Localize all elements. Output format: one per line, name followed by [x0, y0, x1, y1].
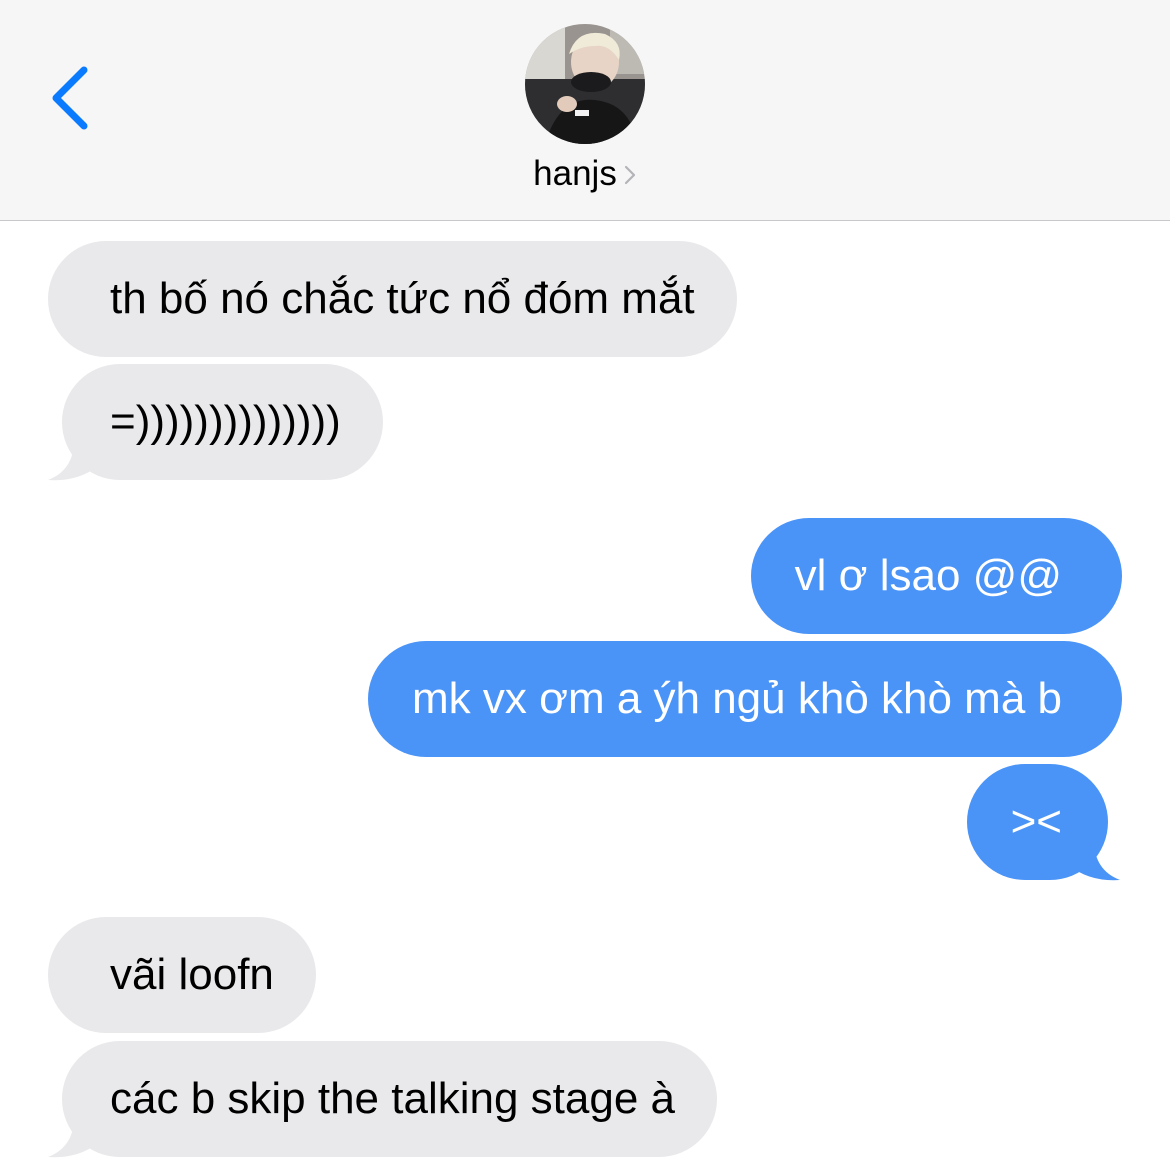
message-text: =)))))))))))))) — [110, 397, 341, 446]
outgoing-message[interactable]: vl ơ lsao @@ — [750, 518, 1122, 634]
incoming-message[interactable]: vãi loofn — [48, 917, 316, 1033]
contact-name-button[interactable]: hanjs — [0, 152, 1170, 198]
back-button[interactable] — [40, 58, 110, 138]
avatar[interactable] — [525, 24, 645, 144]
incoming-bubble-tail — [48, 440, 98, 481]
outgoing-message[interactable]: mk vx ơm a ýh ngủ khò khò mà b — [367, 641, 1122, 757]
message-text: mk vx ơm a ýh ngủ khò khò mà b — [411, 674, 1062, 723]
message-text: các b skip the talking stage à — [110, 1074, 675, 1123]
message-text: vl ơ lsao @@ — [794, 551, 1062, 600]
chevron-left-icon — [52, 66, 88, 130]
chevron-right-icon — [623, 154, 637, 198]
conversation-header: hanjs — [0, 0, 1170, 221]
message-text: >< — [1010, 797, 1062, 846]
incoming-bubble-tail — [48, 1117, 98, 1158]
message-text: vãi loofn — [110, 950, 274, 999]
incoming-message[interactable]: các b skip the talking stage à — [62, 1041, 717, 1157]
contact-name: hanjs — [533, 154, 617, 193]
message-thread: th bố nó chắc tức nổ đóm mắt =))))))))))… — [0, 222, 1170, 1176]
incoming-message[interactable]: =)))))))))))))) — [62, 364, 383, 480]
outgoing-bubble-tail — [1070, 840, 1120, 881]
message-text: th bố nó chắc tức nổ đóm mắt — [110, 274, 695, 323]
incoming-message[interactable]: th bố nó chắc tức nổ đóm mắt — [48, 241, 737, 357]
